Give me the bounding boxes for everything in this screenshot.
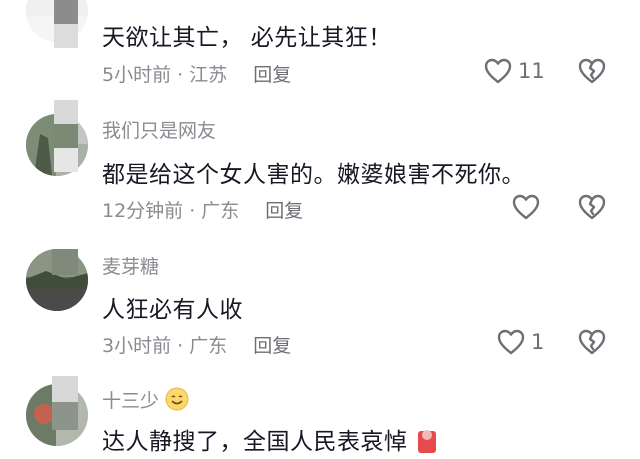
blur-mosaic bbox=[54, 0, 78, 52]
comment-time-location: 12分钟前 · 广东 bbox=[102, 200, 240, 222]
like-button[interactable]: 1 bbox=[497, 329, 544, 355]
blur-mosaic bbox=[52, 249, 78, 279]
dislike-button[interactable] bbox=[578, 329, 606, 355]
blur-mosaic bbox=[54, 100, 78, 178]
comment-meta: 3小时前 · 广东 回复 bbox=[102, 331, 291, 358]
comment-item: 天欲让其亡， 必先让其狂！ 5小时前 · 江苏 回复 11 bbox=[0, 0, 640, 100]
broken-heart-icon bbox=[578, 329, 606, 355]
comment-meta: 5小时前 · 江苏 回复 bbox=[102, 60, 291, 87]
comment-username[interactable]: 十三少 bbox=[102, 386, 189, 416]
dislike-button[interactable] bbox=[578, 58, 606, 84]
comment-text: 人狂必有人收 bbox=[102, 297, 243, 323]
username-text: 十三少 bbox=[102, 390, 160, 412]
comment-time-location: 3小时前 · 广东 bbox=[102, 335, 228, 357]
comment-username[interactable]: 我们只是网友 bbox=[102, 116, 216, 143]
red-envelope-emoji-icon bbox=[415, 427, 439, 459]
reply-button[interactable]: 回复 bbox=[253, 335, 291, 357]
comment-item: 我们只是网友 都是给这个女人害的。嫩婆娘害不死你。 12分钟前 · 广东 回复 bbox=[0, 100, 640, 235]
comment-item: 麦芽糖 人狂必有人收 3小时前 · 广东 回复 1 bbox=[0, 235, 640, 370]
smile-emoji-icon bbox=[165, 387, 189, 416]
reply-button[interactable]: 回复 bbox=[265, 200, 303, 222]
like-button[interactable] bbox=[512, 194, 546, 220]
comment-time-location: 5小时前 · 江苏 bbox=[102, 64, 228, 86]
comment-item: 十三少 达人静搜了，全国人民表哀悼 bbox=[0, 370, 640, 455]
like-count: 11 bbox=[518, 59, 545, 83]
broken-heart-icon bbox=[578, 58, 606, 84]
reply-button[interactable]: 回复 bbox=[253, 64, 291, 86]
like-count: 1 bbox=[531, 330, 545, 354]
like-button[interactable]: 11 bbox=[484, 58, 545, 84]
comment-text: 天欲让其亡， 必先让其狂！ bbox=[102, 25, 392, 51]
comment-text: 都是给这个女人害的。嫩婆娘害不死你。 bbox=[102, 162, 525, 188]
heart-outline-icon bbox=[512, 194, 540, 220]
comment-meta: 12分钟前 · 广东 回复 bbox=[102, 196, 303, 223]
comment-username[interactable]: 麦芽糖 bbox=[102, 252, 159, 279]
broken-heart-icon bbox=[578, 194, 606, 220]
comment-text-content: 达人静搜了，全国人民表哀悼 bbox=[102, 429, 408, 455]
heart-outline-icon bbox=[484, 58, 512, 84]
heart-outline-icon bbox=[497, 329, 525, 355]
blur-mosaic bbox=[52, 376, 78, 434]
dislike-button[interactable] bbox=[578, 194, 606, 220]
comment-text: 达人静搜了，全国人民表哀悼 bbox=[102, 422, 439, 459]
